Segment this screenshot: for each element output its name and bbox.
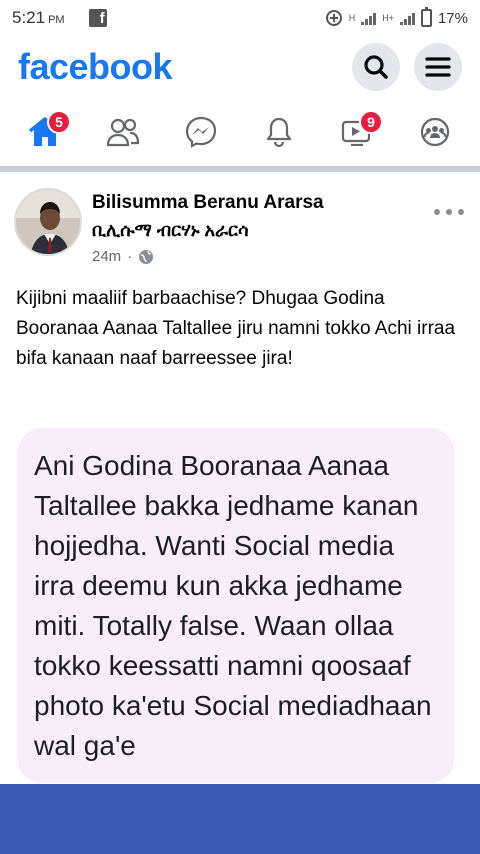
post-image-text: Ani Godina Booranaa Aanaa Taltallee bakk… <box>34 450 432 761</box>
tab-watch[interactable]: 9 <box>331 106 383 158</box>
signal-icon-2 <box>399 11 415 25</box>
network-type-label-2: H+ <box>382 13 394 23</box>
post-meta: 24m · <box>92 248 154 265</box>
battery-percent: 17% <box>437 9 468 27</box>
groups-icon <box>420 117 450 147</box>
tab-messenger[interactable] <box>175 106 227 158</box>
nav-divider <box>0 166 480 172</box>
status-time: 5:21 PM <box>12 8 65 27</box>
post-image-card[interactable]: Ani Godina Booranaa Aanaa Taltallee bakk… <box>18 428 454 783</box>
messenger-icon <box>185 116 217 148</box>
tab-friends[interactable] <box>97 106 149 158</box>
tab-home[interactable]: 5 <box>19 106 71 158</box>
more-dot-icon <box>458 209 464 215</box>
post-header: Bilisumma Beranu Ararsa ቢሊሱማ ብርሃኑ አራርሳ 2… <box>0 180 480 270</box>
more-dot-icon <box>434 209 440 215</box>
data-saver-icon <box>325 10 342 26</box>
network-type-label: H <box>348 13 356 23</box>
globe-icon <box>139 249 154 264</box>
app-header: facebook <box>0 36 480 98</box>
hamburger-menu-icon <box>425 57 451 77</box>
facebook-logo[interactable]: facebook <box>18 46 173 88</box>
tab-groups[interactable] <box>409 106 461 158</box>
post-time[interactable]: 24m <box>92 248 121 265</box>
author-name-alt[interactable]: ቢሊሱማ ብርሃኑ አራርሳ <box>92 220 249 241</box>
more-dot-icon <box>446 209 452 215</box>
tab-notifications[interactable] <box>253 106 305 158</box>
meta-separator: · <box>127 248 133 265</box>
post-text: Kijibni maaliif barbaachise? Dhugaa Godi… <box>16 288 456 369</box>
status-bar: 5:21 PM f H H+ 17% <box>0 0 480 36</box>
post-options-button[interactable] <box>434 202 464 222</box>
bottom-banner <box>0 784 480 854</box>
battery-icon <box>420 7 432 27</box>
tab-bar: 5 9 <box>0 100 480 164</box>
author-avatar[interactable] <box>14 188 82 256</box>
bell-icon <box>266 117 292 148</box>
search-button[interactable] <box>352 43 400 91</box>
search-icon <box>364 55 388 79</box>
menu-button[interactable] <box>414 43 462 91</box>
watch-notification-badge: 9 <box>359 110 383 134</box>
author-name[interactable]: Bilisumma Beranu Ararsa <box>92 192 324 214</box>
home-notification-badge: 5 <box>47 110 71 134</box>
facebook-notification-icon: f <box>88 9 107 27</box>
signal-icon <box>361 11 377 25</box>
friends-icon <box>106 118 140 147</box>
